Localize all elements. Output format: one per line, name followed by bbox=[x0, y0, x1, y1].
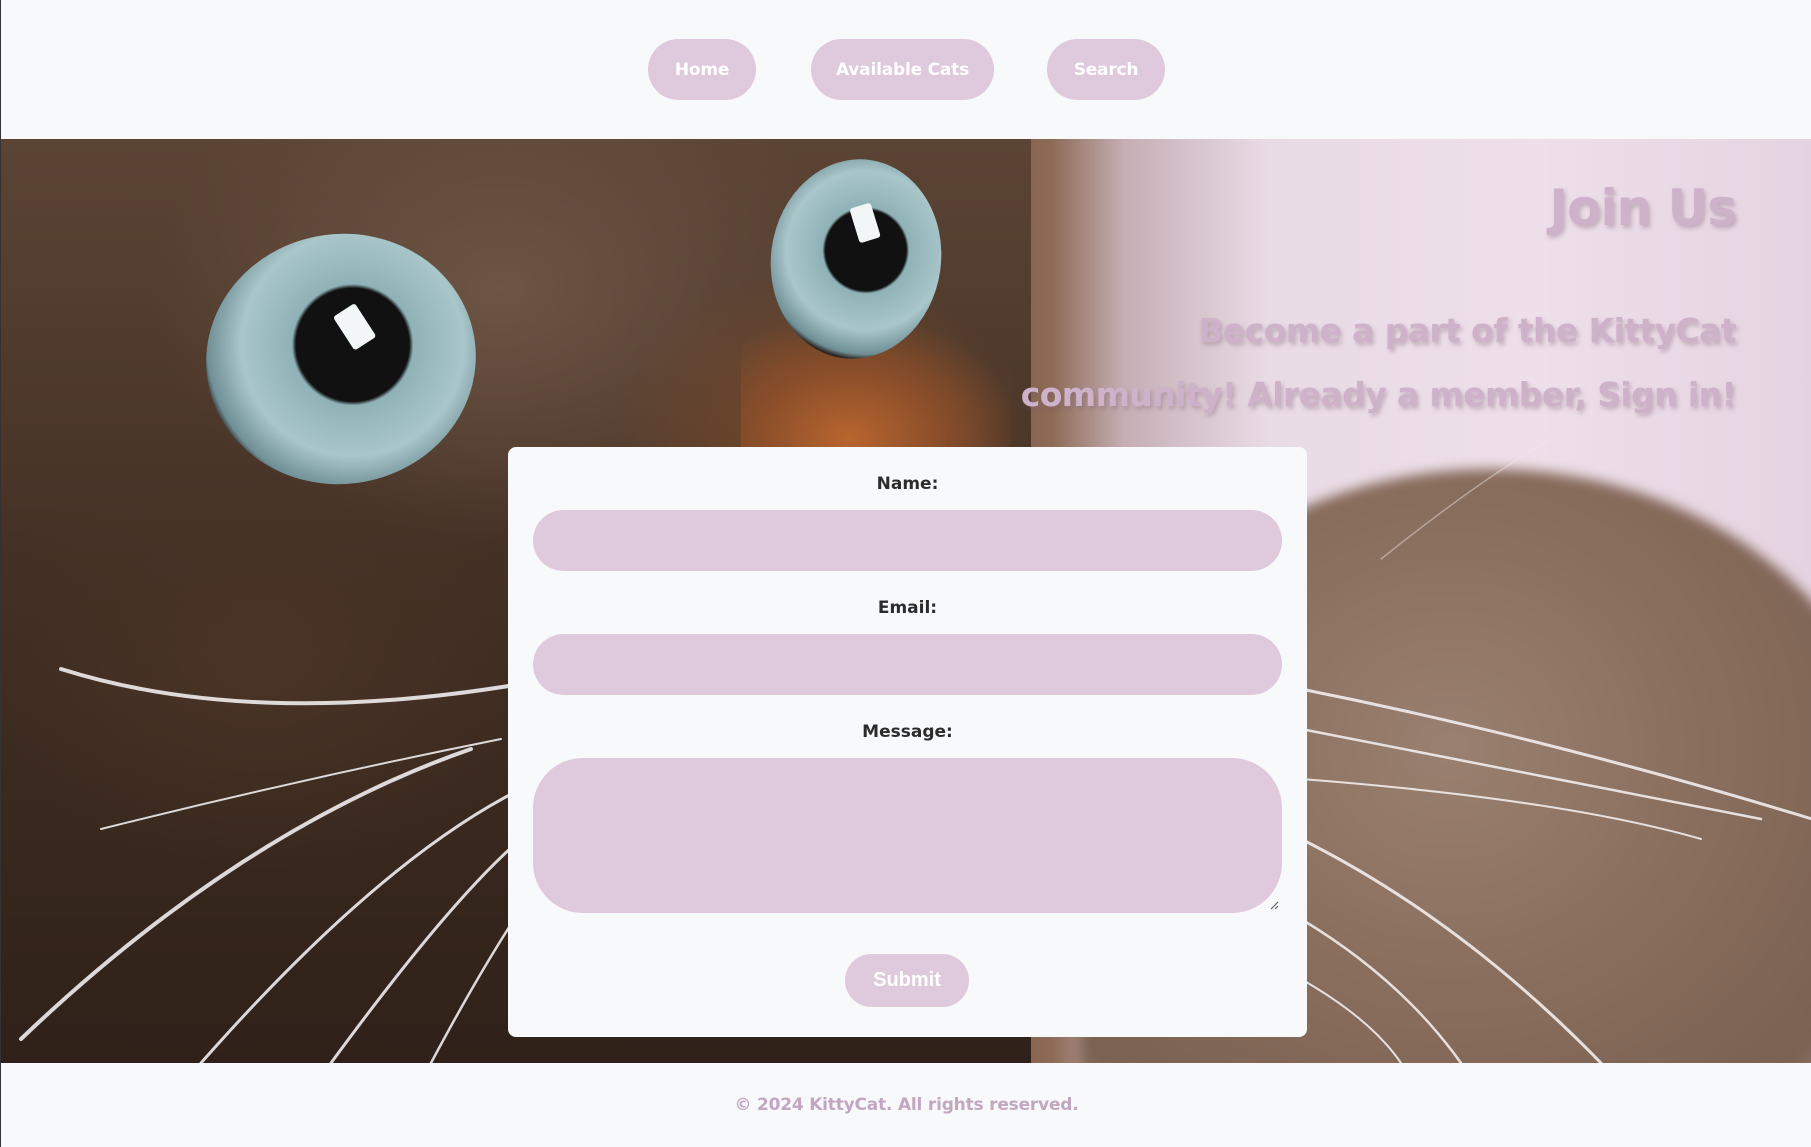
footer: © 2024 KittyCat. All rights reserved. bbox=[1, 1063, 1811, 1147]
top-nav: Home Available Cats Search bbox=[1, 0, 1811, 139]
email-label: Email: bbox=[877, 598, 938, 618]
nav-available-cats-button[interactable]: Available Cats bbox=[811, 39, 994, 100]
contact-form: Name: Email: Message: Submit bbox=[508, 447, 1307, 1037]
resize-grip-icon[interactable] bbox=[1269, 900, 1279, 910]
name-input[interactable] bbox=[533, 510, 1282, 571]
footer-copyright: © 2024 KittyCat. All rights reserved. bbox=[734, 1095, 1079, 1115]
nav-home-button[interactable]: Home bbox=[648, 39, 756, 100]
page-title: Join Us bbox=[1549, 179, 1737, 237]
name-label: Name: bbox=[876, 474, 939, 494]
hero-section: Join Us Become a part of the KittyCat co… bbox=[1, 139, 1811, 1063]
nav-search-button[interactable]: Search bbox=[1047, 39, 1165, 100]
submit-button[interactable]: Submit bbox=[845, 954, 969, 1007]
message-label: Message: bbox=[862, 722, 953, 742]
email-input[interactable] bbox=[533, 634, 1282, 695]
message-textarea[interactable] bbox=[533, 758, 1282, 913]
hero-subtitle: Become a part of the KittyCat community!… bbox=[1020, 311, 1737, 414]
